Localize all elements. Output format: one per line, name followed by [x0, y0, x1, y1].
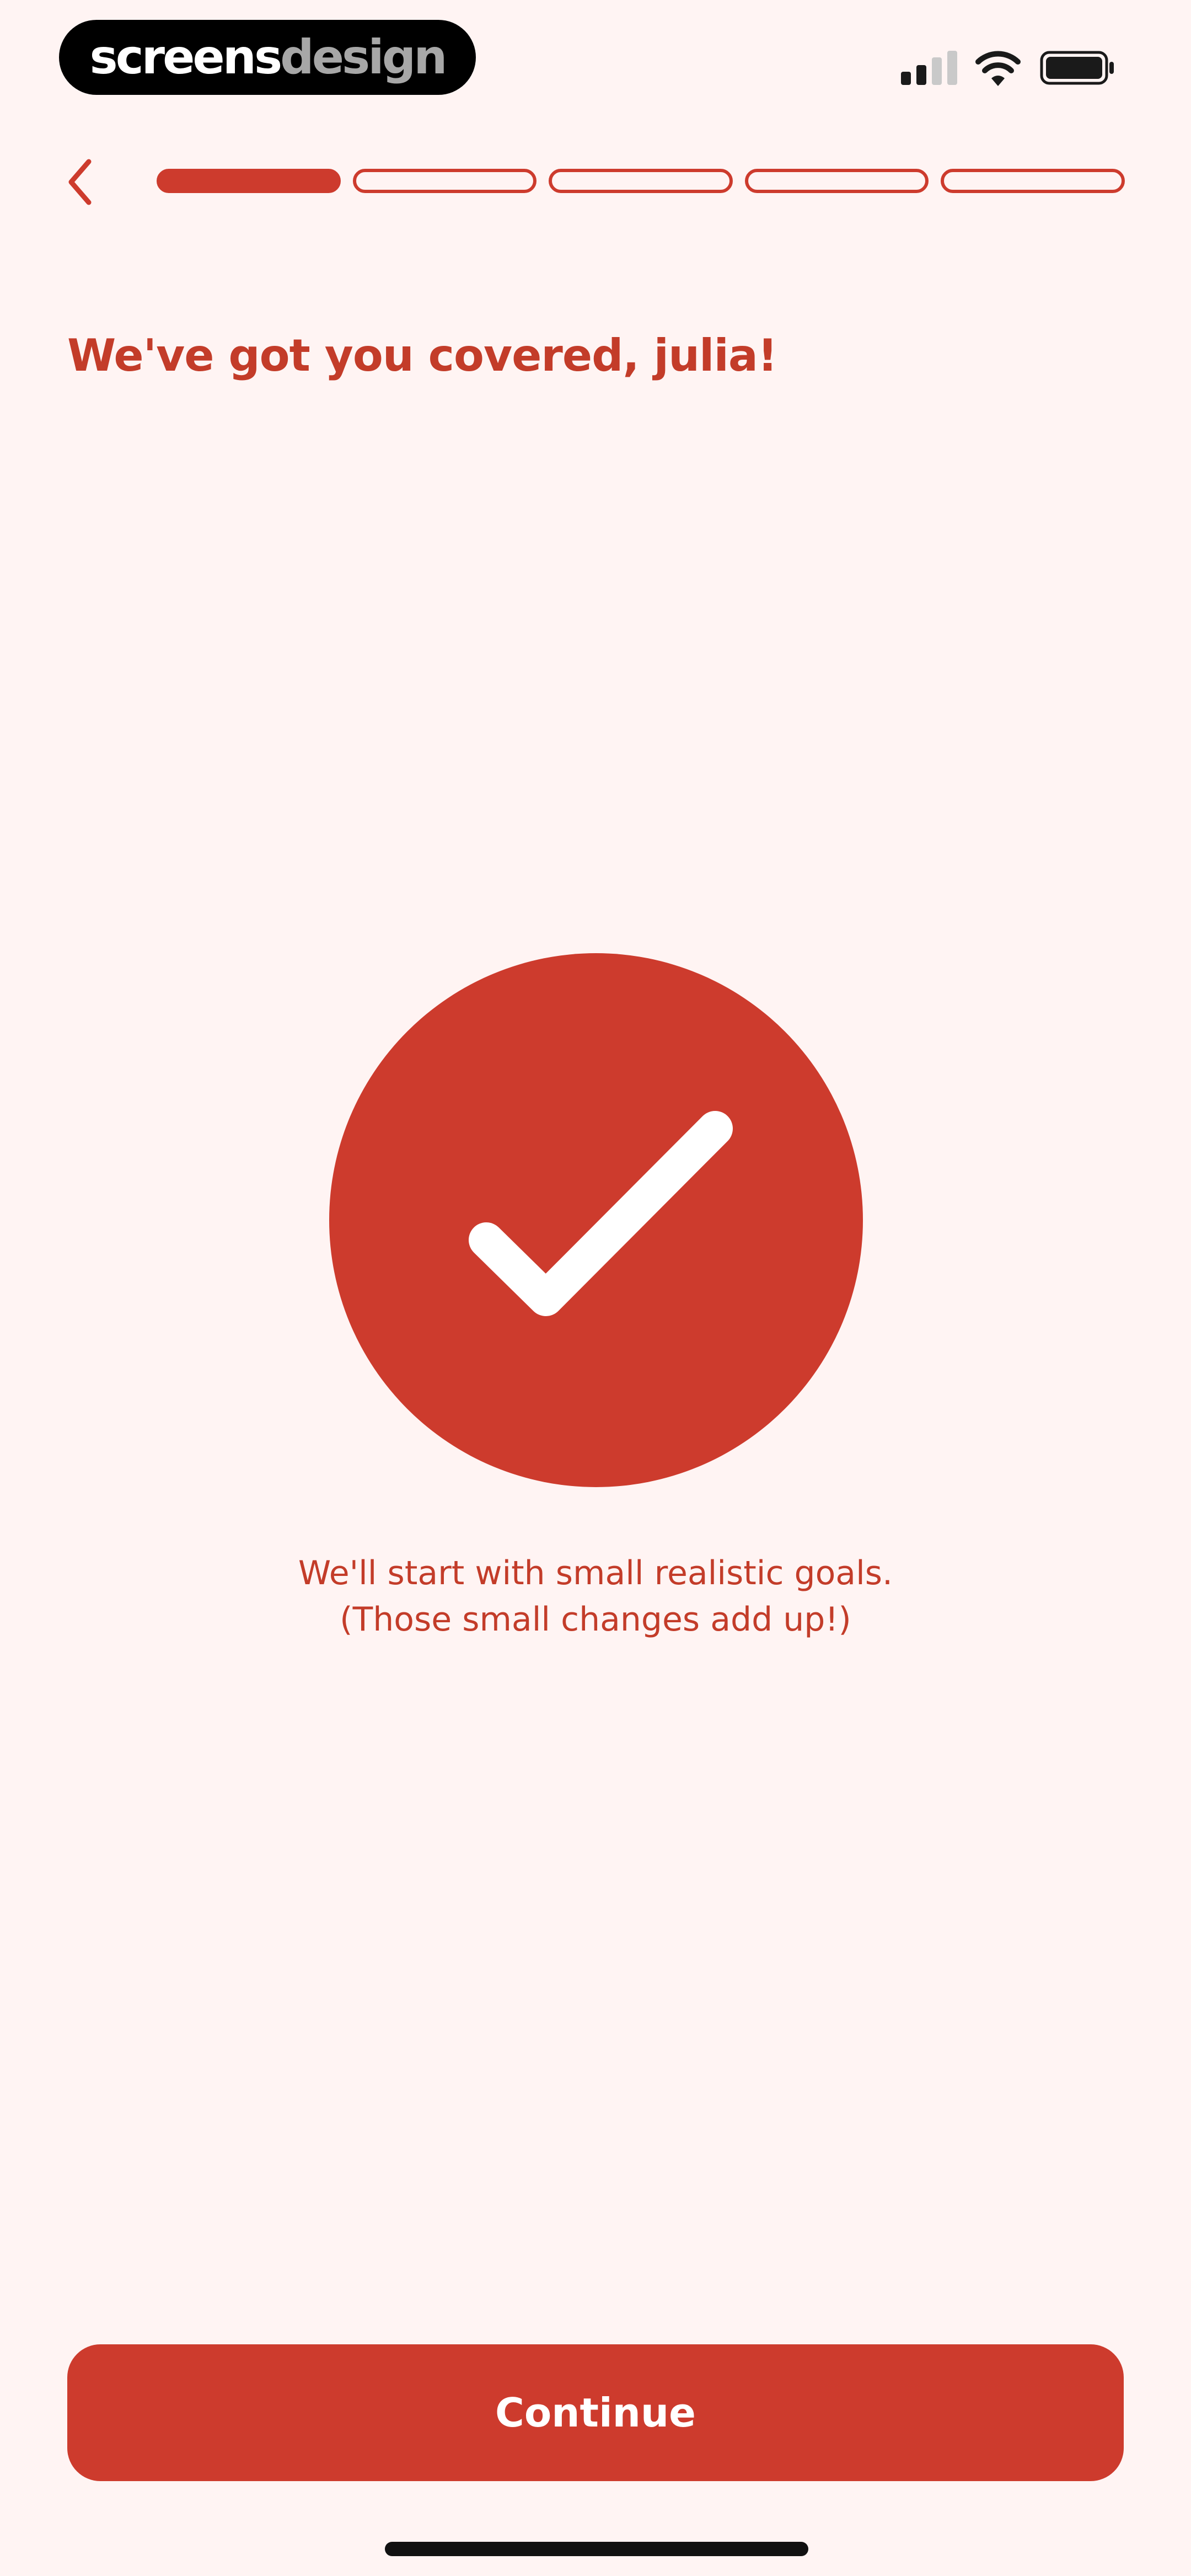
progress-segment-1 [157, 169, 341, 193]
screensdesign-watermark: screens design [59, 20, 476, 95]
continue-button[interactable]: Continue [67, 2344, 1124, 2481]
home-indicator [385, 2542, 808, 2556]
success-check-circle [329, 953, 863, 1487]
wifi-icon [975, 51, 1021, 86]
encouragement-message: We'll start with small realistic goals. … [99, 1550, 1092, 1643]
battery-icon [1040, 51, 1114, 85]
message-line-1: We'll start with small realistic goals. [298, 1554, 893, 1592]
cellular-signal-icon [901, 51, 957, 85]
checkmark-icon [469, 1111, 733, 1316]
onboarding-screen: screens design We've got you covered, jul… [0, 0, 1191, 2576]
progress-segment-5 [941, 169, 1125, 193]
onboarding-progress-bar [157, 169, 1125, 193]
brand-secondary-text: design [280, 30, 447, 85]
page-title: We've got you covered, julia! [67, 330, 777, 381]
chevron-left-icon [68, 159, 92, 205]
back-button[interactable] [55, 149, 105, 215]
brand-primary-text: screens [89, 30, 283, 85]
progress-segment-3 [549, 169, 733, 193]
message-line-2: (Those small changes add up!) [340, 1600, 851, 1639]
progress-segment-4 [744, 169, 929, 193]
progress-segment-2 [352, 169, 537, 193]
